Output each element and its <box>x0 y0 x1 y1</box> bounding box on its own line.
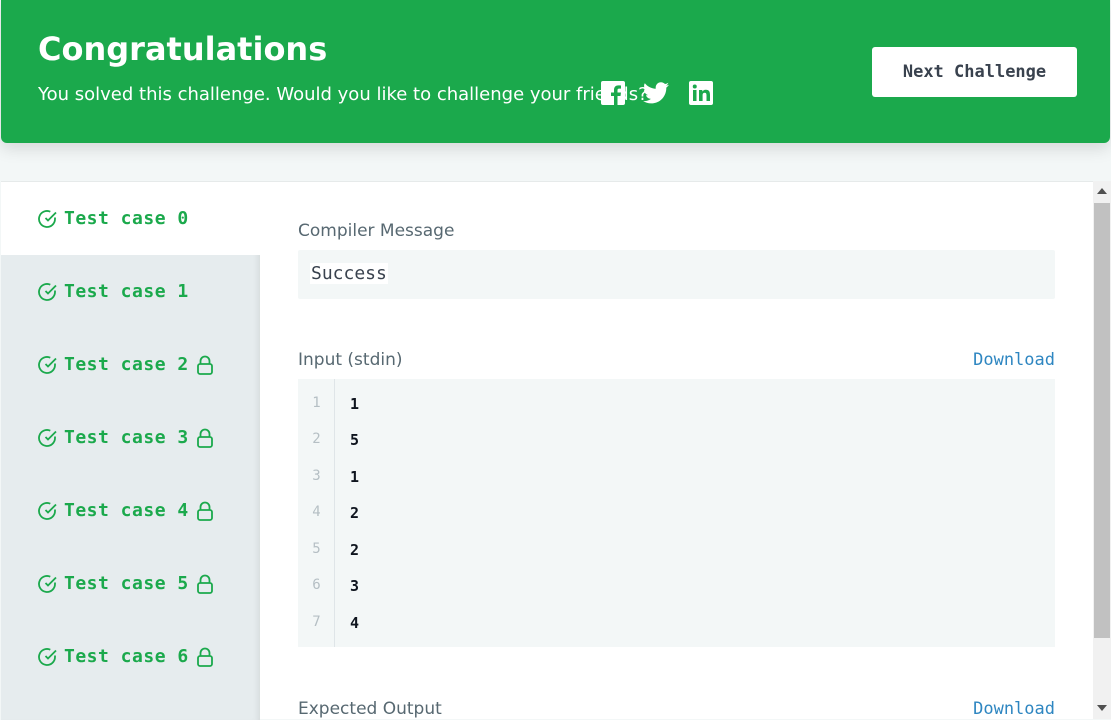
lock-icon <box>196 355 214 375</box>
line-number: 7 <box>312 614 321 630</box>
lock-icon <box>196 428 214 448</box>
tab-test-case-4[interactable]: Test case 4 <box>1 474 260 547</box>
tab-label: Test case 6 <box>64 646 189 667</box>
code-line: 31 <box>298 468 1055 488</box>
line-number: 4 <box>312 504 321 520</box>
line-value: 2 <box>350 541 360 559</box>
lock-icon <box>196 501 214 521</box>
line-value: 4 <box>350 614 360 632</box>
check-circle-icon <box>38 355 58 375</box>
input-label: Input (stdin) <box>298 350 403 370</box>
linkedin-icon[interactable] <box>688 80 714 106</box>
code-line: 63 <box>298 577 1055 597</box>
tab-label: Test case 3 <box>64 427 189 448</box>
tab-test-case-3[interactable]: Test case 3 <box>1 401 260 474</box>
scroll-down-icon[interactable] <box>1097 705 1107 711</box>
banner-subtitle: You solved this challenge. Would you lik… <box>38 84 648 105</box>
line-value: 1 <box>350 468 360 486</box>
tab-test-case-5[interactable]: Test case 5 <box>1 547 260 620</box>
expected-output-label: Expected Output <box>298 699 442 719</box>
line-value: 1 <box>350 395 360 413</box>
line-number: 3 <box>312 468 321 484</box>
expected-download-link[interactable]: Download <box>973 699 1055 719</box>
input-code-box: 11 25 31 42 52 63 74 <box>298 379 1055 647</box>
success-banner: Congratulations You solved this challeng… <box>1 0 1110 143</box>
scroll-up-icon[interactable] <box>1097 188 1107 194</box>
scrollbar[interactable] <box>1093 181 1111 719</box>
tab-test-case-2[interactable]: Test case 2 <box>1 328 260 401</box>
tab-label: Test case 0 <box>64 208 189 229</box>
check-circle-icon <box>38 209 58 229</box>
tab-test-case-6[interactable]: Test case 6 <box>1 620 260 693</box>
scroll-thumb[interactable] <box>1094 203 1110 638</box>
code-line: 52 <box>298 541 1055 561</box>
line-number: 1 <box>312 395 321 411</box>
line-number: 6 <box>312 577 321 593</box>
lock-icon <box>196 647 214 667</box>
check-circle-icon <box>38 428 58 448</box>
next-challenge-button[interactable]: Next Challenge <box>872 47 1077 97</box>
tab-label: Test case 5 <box>64 573 189 594</box>
lock-icon <box>196 574 214 594</box>
test-case-tabs: Test case 0 Test case 1 Test case 2 Test… <box>1 182 260 720</box>
input-download-link[interactable]: Download <box>973 350 1055 370</box>
code-line: 25 <box>298 431 1055 451</box>
line-value: 3 <box>350 577 360 595</box>
compiler-message-label: Compiler Message <box>298 221 455 241</box>
line-number: 5 <box>312 541 321 557</box>
tab-test-case-1[interactable]: Test case 1 <box>1 255 260 328</box>
banner-title: Congratulations <box>38 30 328 68</box>
tab-label: Test case 4 <box>64 500 189 521</box>
check-circle-icon <box>38 282 58 302</box>
compiler-message-box: Success <box>298 250 1055 299</box>
code-line: 42 <box>298 504 1055 524</box>
test-results-panel: Test case 0 Test case 1 Test case 2 Test… <box>1 181 1093 720</box>
tab-label: Test case 1 <box>64 281 189 302</box>
code-line: 11 <box>298 395 1055 415</box>
check-circle-icon <box>38 501 58 521</box>
line-value: 5 <box>350 431 360 449</box>
facebook-icon[interactable] <box>600 80 626 106</box>
compiler-message-text: Success <box>310 263 388 284</box>
line-value: 2 <box>350 504 360 522</box>
check-circle-icon <box>38 574 58 594</box>
tab-test-case-0[interactable]: Test case 0 <box>1 182 260 255</box>
line-number: 2 <box>312 431 321 447</box>
check-circle-icon <box>38 647 58 667</box>
code-line: 74 <box>298 614 1055 634</box>
tab-label: Test case 2 <box>64 354 189 375</box>
twitter-icon[interactable] <box>643 80 669 106</box>
